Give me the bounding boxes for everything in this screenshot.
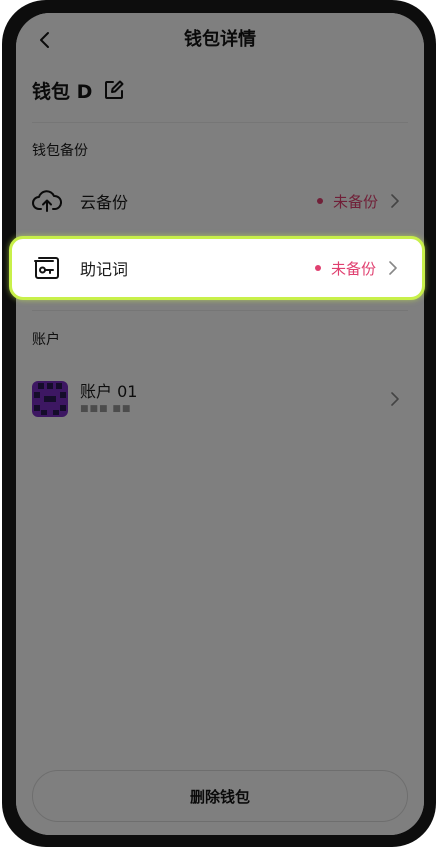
device-frame: 钱包详情 钱包 D 钱包备份 云备份 未备份 账户 账户 01 ■■■ ■■ 删… [2, 0, 436, 847]
edit-wallet-name-button[interactable] [102, 78, 126, 102]
cloud-backup-row[interactable]: 云备份 未备份 [16, 173, 424, 229]
account-row[interactable]: 账户 01 ■■■ ■■ [32, 375, 402, 423]
status-badge: 未备份 [316, 191, 378, 212]
page-title: 钱包详情 [184, 29, 256, 50]
account-text: 账户 01 ■■■ ■■ [80, 382, 388, 416]
chevron-right-icon [388, 392, 402, 406]
cloud-backup-label: 云备份 [80, 193, 129, 212]
avatar [32, 381, 68, 417]
account-address: ■■■ ■■ [80, 404, 132, 414]
status-badge: 未备份 [314, 258, 376, 279]
account-section-label: 账户 [32, 332, 60, 348]
wallet-name-row: 钱包 D [32, 75, 126, 105]
mnemonic-status: 未备份 [330, 259, 376, 278]
edit-icon [105, 80, 124, 99]
dim-overlay [16, 13, 424, 835]
status-dot [316, 198, 323, 204]
key-card-icon [32, 253, 62, 283]
divider [32, 310, 408, 311]
mnemonic-row[interactable]: 助记词 未备份 [9, 236, 425, 300]
chevron-right-icon [388, 194, 402, 208]
status-dot [314, 265, 321, 271]
divider [32, 122, 408, 123]
wallet-name: 钱包 D [32, 80, 93, 103]
mnemonic-label: 助记词 [80, 260, 129, 279]
backup-section-label: 钱包备份 [32, 143, 88, 159]
cloud-backup-status: 未备份 [332, 192, 378, 211]
chevron-right-icon [386, 261, 400, 275]
screen: 钱包详情 钱包 D 钱包备份 云备份 未备份 账户 账户 01 ■■■ ■■ 删… [16, 13, 424, 835]
account-name: 账户 01 [80, 382, 138, 401]
cloud-upload-icon [32, 186, 62, 216]
header: 钱包详情 [16, 25, 424, 55]
delete-wallet-button[interactable]: 删除钱包 [32, 770, 408, 822]
